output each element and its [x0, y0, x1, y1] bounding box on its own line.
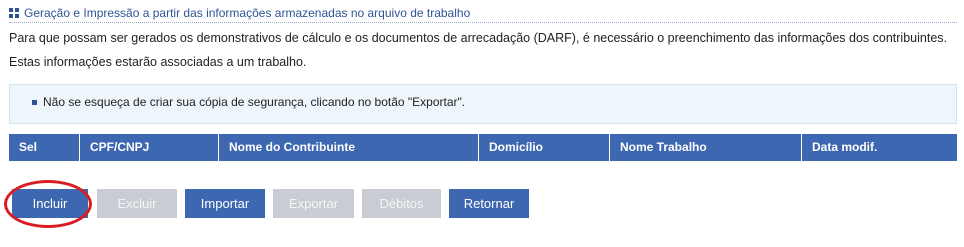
notice-box: Não se esqueça de criar sua cópia de seg… — [9, 84, 957, 124]
contributors-table-header: Sel CPF/CNPJ Nome do Contribuinte Domicí… — [9, 134, 957, 161]
column-header-sel[interactable]: Sel — [9, 134, 80, 161]
grid-icon — [9, 8, 19, 18]
column-header-nome-contribuinte[interactable]: Nome do Contribuinte — [219, 134, 479, 161]
intro-paragraph-2: Estas informações estarão associadas a u… — [9, 55, 307, 69]
column-header-nome-trabalho[interactable]: Nome Trabalho — [610, 134, 802, 161]
importar-button[interactable]: Importar — [185, 189, 265, 218]
section-title-text: Geração e Impressão a partir das informa… — [24, 6, 471, 20]
notice-item: Não se esqueça de criar sua cópia de seg… — [32, 95, 465, 109]
incluir-button[interactable]: Incluir — [12, 189, 88, 218]
bullet-icon — [32, 99, 37, 105]
excluir-button[interactable]: Excluir — [97, 189, 177, 218]
debitos-button[interactable]: Débitos — [362, 189, 441, 218]
column-header-cpf-cnpj[interactable]: CPF/CNPJ — [80, 134, 219, 161]
intro-paragraph-1: Para que possam ser gerados os demonstra… — [9, 31, 947, 45]
exportar-button[interactable]: Exportar — [273, 189, 354, 218]
section-title: Geração e Impressão a partir das informa… — [9, 6, 470, 20]
title-divider — [9, 22, 957, 23]
retornar-button[interactable]: Retornar — [449, 189, 529, 218]
column-header-data-modif[interactable]: Data modif. — [802, 134, 957, 161]
column-header-domicilio[interactable]: Domicílio — [479, 134, 610, 161]
notice-text: Não se esqueça de criar sua cópia de seg… — [43, 95, 466, 109]
